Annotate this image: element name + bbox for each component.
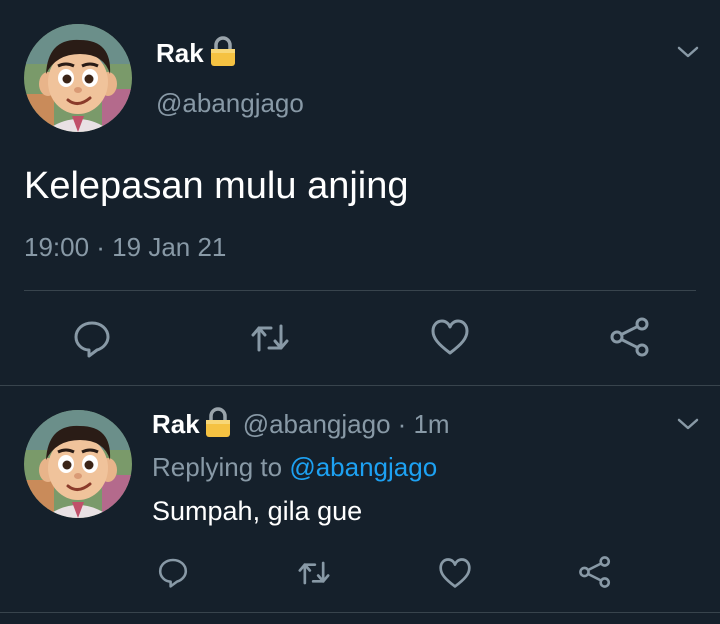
main-tweet: Rak @abangjago Kelepasan mulu anjing 19:… <box>0 0 720 386</box>
section-divider <box>0 612 720 613</box>
share-icon <box>610 317 649 357</box>
replying-to: Replying to @abangjago <box>152 452 437 483</box>
reply-tweet[interactable]: Rak @abangjago · 1m Replying to @abangja… <box>0 386 720 612</box>
author-handle[interactable]: @abangjago <box>243 409 391 440</box>
lock-icon <box>208 35 238 72</box>
like-button[interactable] <box>438 557 472 589</box>
avatar[interactable] <box>24 24 132 132</box>
replying-prefix: Replying to <box>152 452 283 482</box>
tweet-time: · 1m <box>397 408 450 439</box>
replying-to-link[interactable]: @abangjago <box>289 452 437 482</box>
reply-button[interactable] <box>157 556 189 588</box>
reply-icon <box>158 558 188 588</box>
lock-icon <box>203 406 233 443</box>
author-handle[interactable]: @abangjago <box>156 88 304 119</box>
like-button[interactable] <box>430 318 470 356</box>
avatar-image <box>24 410 132 518</box>
retweet-button[interactable] <box>297 558 331 588</box>
tweet-text: Sumpah, gila gue <box>152 496 363 526</box>
share-button[interactable] <box>609 316 651 358</box>
more-options-button[interactable] <box>674 42 702 62</box>
retweet-icon <box>251 324 289 352</box>
share-button[interactable] <box>578 555 612 589</box>
more-options-button[interactable] <box>674 414 702 434</box>
tweet-timestamp[interactable]: 19:00 · 19 Jan 21 <box>24 232 226 263</box>
author-name[interactable]: Rak <box>152 409 200 440</box>
author-name[interactable]: Rak <box>156 38 204 69</box>
chevron-down-icon <box>677 418 699 430</box>
reply-icon <box>74 321 110 358</box>
chevron-down-icon <box>677 46 699 58</box>
retweet-button[interactable] <box>250 320 290 356</box>
like-icon <box>439 558 471 588</box>
share-icon <box>579 556 611 588</box>
reply-button[interactable] <box>72 318 112 358</box>
avatar-image <box>24 24 132 132</box>
like-icon <box>431 319 469 355</box>
retweet-icon <box>298 561 330 585</box>
avatar[interactable] <box>24 410 132 518</box>
tweet-text: Kelepasan mulu anjing <box>24 165 409 207</box>
divider <box>24 290 696 291</box>
